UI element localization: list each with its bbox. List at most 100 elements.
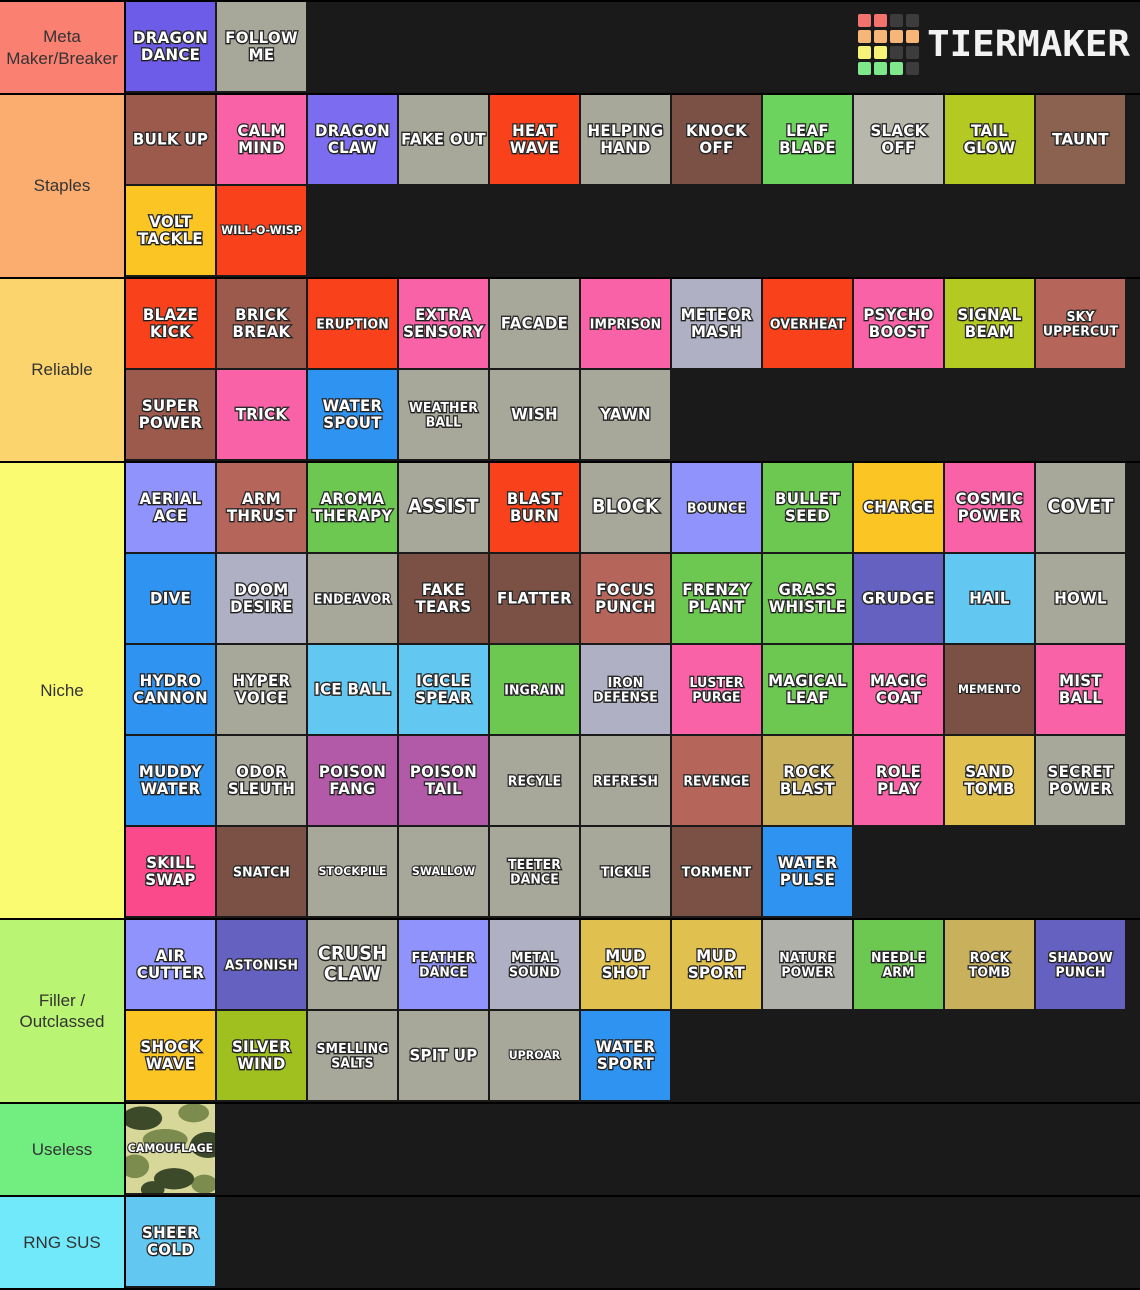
tier-item-rock-blast[interactable]: ROCK BLAST (763, 736, 854, 827)
tier-item-mist-ball[interactable]: MIST BALL (1036, 645, 1127, 736)
tier-item-silver-wind[interactable]: SILVER WIND (217, 1011, 308, 1102)
tier-item-water-spout[interactable]: WATER SPOUT (308, 370, 399, 461)
tier-item-mud-sport[interactable]: MUD SPORT (672, 920, 763, 1011)
tier-item-astonish[interactable]: ASTONISH (217, 920, 308, 1011)
tier-item-uproar[interactable]: UPROAR (490, 1011, 581, 1102)
tier-item-rock-tomb[interactable]: ROCK TOMB (945, 920, 1036, 1011)
tier-item-flatter[interactable]: FLATTER (490, 554, 581, 645)
tier-item-hail[interactable]: HAIL (945, 554, 1036, 645)
tier-item-bounce[interactable]: BOUNCE (672, 463, 763, 554)
tier-item-volt-tackle[interactable]: VOLT TACKLE (126, 186, 217, 277)
tier-item-super-power[interactable]: SUPER POWER (126, 370, 217, 461)
tier-item-blaze-kick[interactable]: BLAZE KICK (126, 279, 217, 370)
tier-item-brick-break[interactable]: BRICK BREAK (217, 279, 308, 370)
tier-item-smelling-salts[interactable]: SMELLING SALTS (308, 1011, 399, 1102)
tier-item-slack-off[interactable]: SLACK OFF (854, 95, 945, 186)
tier-item-block[interactable]: BLOCK (581, 463, 672, 554)
tier-item-facade[interactable]: FACADE (490, 279, 581, 370)
tier-item-hydro-cannon[interactable]: HYDRO CANNON (126, 645, 217, 736)
tier-item-shock-wave[interactable]: SHOCK WAVE (126, 1011, 217, 1102)
tier-item-feather-dance[interactable]: FEATHER DANCE (399, 920, 490, 1011)
tier-item-needle-arm[interactable]: NEEDLE ARM (854, 920, 945, 1011)
tier-item-spit-up[interactable]: SPIT UP (399, 1011, 490, 1102)
tier-item-skill-swap[interactable]: SKILL SWAP (126, 827, 217, 918)
tier-item-water-sport[interactable]: WATER SPORT (581, 1011, 672, 1102)
tier-item-teeter-dance[interactable]: TEETER DANCE (490, 827, 581, 918)
tier-item-assist[interactable]: ASSIST (399, 463, 490, 554)
tier-item-crush-claw[interactable]: CRUSH CLAW (308, 920, 399, 1011)
tier-item-swallow[interactable]: SWALLOW (399, 827, 490, 918)
tier-item-sheer-cold[interactable]: SHEER COLD (126, 1197, 217, 1288)
tier-item-bulk-up[interactable]: BULK UP (126, 95, 217, 186)
tier-item-doom-desire[interactable]: DOOM DESIRE (217, 554, 308, 645)
tier-item-grass-whistle[interactable]: GRASS WHISTLE (763, 554, 854, 645)
tier-item-hyper-voice[interactable]: HYPER VOICE (217, 645, 308, 736)
tier-item-poison-tail[interactable]: POISON TAIL (399, 736, 490, 827)
tier-item-odor-sleuth[interactable]: ODOR SLEUTH (217, 736, 308, 827)
tier-item-dragon-dance[interactable]: DRAGON DANCE (126, 2, 217, 93)
tier-item-meteor-mash[interactable]: METEOR MASH (672, 279, 763, 370)
tier-item-fake-tears[interactable]: FAKE TEARS (399, 554, 490, 645)
tier-item-overheat[interactable]: OVERHEAT (763, 279, 854, 370)
tier-item-camouflage[interactable]: CAMOUFLAGE (126, 1104, 217, 1195)
tier-item-mud-shot[interactable]: MUD SHOT (581, 920, 672, 1011)
tier-label-niche[interactable]: Niche (0, 463, 126, 918)
tier-item-magic-coat[interactable]: MAGIC COAT (854, 645, 945, 736)
tier-label-meta-maker-breaker[interactable]: Meta Maker/Breaker (0, 2, 126, 93)
tier-item-metal-sound[interactable]: METAL SOUND (490, 920, 581, 1011)
tier-item-aerial-ace[interactable]: AERIAL ACE (126, 463, 217, 554)
tier-item-taunt[interactable]: TAUNT (1036, 95, 1127, 186)
tier-item-yawn[interactable]: YAWN (581, 370, 672, 461)
tier-item-secret-power[interactable]: SECRET POWER (1036, 736, 1127, 827)
tier-item-bullet-seed[interactable]: BULLET SEED (763, 463, 854, 554)
tier-item-iron-defense[interactable]: IRON DEFENSE (581, 645, 672, 736)
tier-item-role-play[interactable]: ROLE PLAY (854, 736, 945, 827)
tier-item-frenzy-plant[interactable]: FRENZY PLANT (672, 554, 763, 645)
tier-label-rng-sus[interactable]: RNG SUS (0, 1197, 126, 1288)
tier-item-water-pulse[interactable]: WATER PULSE (763, 827, 854, 918)
tier-item-calm-mind[interactable]: CALM MIND (217, 95, 308, 186)
tier-item-extra-sensory[interactable]: EXTRA SENSORY (399, 279, 490, 370)
tier-item-sky-uppercut[interactable]: SKY UPPERCUT (1036, 279, 1127, 370)
tier-item-air-cutter[interactable]: AIR CUTTER (126, 920, 217, 1011)
tier-label-useless[interactable]: Useless (0, 1104, 126, 1195)
tier-item-refresh[interactable]: REFRESH (581, 736, 672, 827)
tier-label-reliable[interactable]: Reliable (0, 279, 126, 461)
tier-item-sand-tomb[interactable]: SAND TOMB (945, 736, 1036, 827)
tier-item-icicle-spear[interactable]: ICICLE SPEAR (399, 645, 490, 736)
tier-item-heat-wave[interactable]: HEAT WAVE (490, 95, 581, 186)
tier-item-leaf-blade[interactable]: LEAF BLADE (763, 95, 854, 186)
tier-item-blast-burn[interactable]: BLAST BURN (490, 463, 581, 554)
tier-item-ingrain[interactable]: INGRAIN (490, 645, 581, 736)
tier-item-torment[interactable]: TORMENT (672, 827, 763, 918)
tier-item-imprison[interactable]: IMPRISON (581, 279, 672, 370)
tier-item-aroma-therapy[interactable]: AROMA THERAPY (308, 463, 399, 554)
tier-item-magical-leaf[interactable]: MAGICAL LEAF (763, 645, 854, 736)
tier-item-muddy-water[interactable]: MUDDY WATER (126, 736, 217, 827)
tier-item-shadow-punch[interactable]: SHADOW PUNCH (1036, 920, 1127, 1011)
tier-item-helping-hand[interactable]: HELPING HAND (581, 95, 672, 186)
tier-item-psycho-boost[interactable]: PSYCHO BOOST (854, 279, 945, 370)
tier-item-wish[interactable]: WISH (490, 370, 581, 461)
tier-item-tail-glow[interactable]: TAIL GLOW (945, 95, 1036, 186)
tier-item-nature-power[interactable]: NATURE POWER (763, 920, 854, 1011)
tier-item-cosmic-power[interactable]: COSMIC POWER (945, 463, 1036, 554)
tier-item-howl[interactable]: HOWL (1036, 554, 1127, 645)
tier-item-recyle[interactable]: RECYLE (490, 736, 581, 827)
tier-item-trick[interactable]: TRICK (217, 370, 308, 461)
tier-item-weather-ball[interactable]: WEATHER BALL (399, 370, 490, 461)
tier-item-poison-fang[interactable]: POISON FANG (308, 736, 399, 827)
tier-item-dragon-claw[interactable]: DRAGON CLAW (308, 95, 399, 186)
tier-item-signal-beam[interactable]: SIGNAL BEAM (945, 279, 1036, 370)
tier-item-focus-punch[interactable]: FOCUS PUNCH (581, 554, 672, 645)
tier-item-eruption[interactable]: ERUPTION (308, 279, 399, 370)
tier-item-revenge[interactable]: REVENGE (672, 736, 763, 827)
tier-item-memento[interactable]: MEMENTO (945, 645, 1036, 736)
tier-item-tickle[interactable]: TICKLE (581, 827, 672, 918)
tier-item-arm-thrust[interactable]: ARM THRUST (217, 463, 308, 554)
tier-item-fake-out[interactable]: FAKE OUT (399, 95, 490, 186)
tier-label-staples[interactable]: Staples (0, 95, 126, 277)
tier-item-endeavor[interactable]: ENDEAVOR (308, 554, 399, 645)
tier-item-covet[interactable]: COVET (1036, 463, 1127, 554)
tier-item-snatch[interactable]: SNATCH (217, 827, 308, 918)
